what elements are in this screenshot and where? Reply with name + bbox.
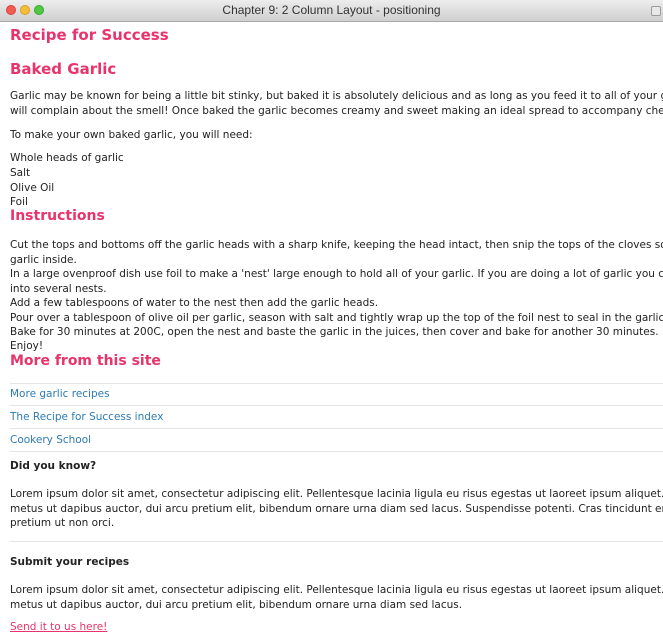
- send-recipe-link[interactable]: Send it to us here!: [10, 621, 107, 633]
- instruction-line: Cut the tops and bottoms off the garlic …: [10, 239, 663, 251]
- instruction-line: Add a few tablespoons of water to the ne…: [10, 297, 379, 309]
- toolbar-toggle-button[interactable]: [651, 6, 661, 16]
- window-title: Chapter 9: 2 Column Layout - positioning: [222, 3, 441, 17]
- link-recipe-index[interactable]: The Recipe for Success index: [10, 411, 163, 423]
- divider: [10, 451, 663, 452]
- did-you-know-line: pretium ut non orci.: [10, 517, 115, 529]
- submit-line: Lorem ipsum dolor sit amet, consectetur …: [10, 584, 663, 596]
- divider: [10, 405, 663, 406]
- link-more-garlic-recipes[interactable]: More garlic recipes: [10, 388, 110, 400]
- instruction-line: Bake for 30 minutes at 200C, open the ne…: [10, 326, 659, 338]
- divider: [10, 383, 663, 384]
- site-title: Recipe for Success: [10, 26, 169, 44]
- instruction-line: In a large ovenproof dish use foil to ma…: [10, 268, 663, 280]
- instruction-line: Pour over a tablespoon of olive oil per …: [10, 312, 663, 324]
- did-you-know-line: metus ut dapibus auctor, dui arcu pretiu…: [10, 503, 663, 515]
- link-cookery-school[interactable]: Cookery School: [10, 434, 91, 446]
- instruction-line: garlic inside.: [10, 254, 77, 266]
- did-you-know-heading: Did you know?: [10, 460, 97, 472]
- submit-line: metus ut dapibus auctor, dui arcu pretiu…: [10, 599, 463, 611]
- divider: [10, 428, 663, 429]
- ingredients-intro: To make your own baked garlic, you will …: [10, 129, 253, 141]
- more-heading: More from this site: [10, 353, 161, 369]
- instruction-line: Enjoy!: [10, 340, 44, 352]
- instruction-line: into several nests.: [10, 283, 107, 295]
- title-bar: Chapter 9: 2 Column Layout - positioning: [0, 0, 663, 22]
- ingredient-item: Whole heads of garlic: [10, 152, 124, 164]
- did-you-know-line: Lorem ipsum dolor sit amet, consectetur …: [10, 488, 663, 500]
- page-content: Recipe for Success Baked Garlic Garlic m…: [0, 22, 663, 642]
- ingredient-item: Salt: [10, 167, 31, 179]
- browser-window: Chapter 9: 2 Column Layout - positioning…: [0, 0, 663, 642]
- ingredient-item: Olive Oil: [10, 182, 55, 194]
- intro-line: Garlic may be known for being a little b…: [10, 90, 663, 102]
- submit-heading: Submit your recipes: [10, 556, 130, 568]
- instructions-heading: Instructions: [10, 208, 105, 224]
- intro-line: will complain about the smell! Once bake…: [10, 105, 663, 117]
- recipe-title: Baked Garlic: [10, 60, 117, 78]
- divider: [10, 541, 663, 542]
